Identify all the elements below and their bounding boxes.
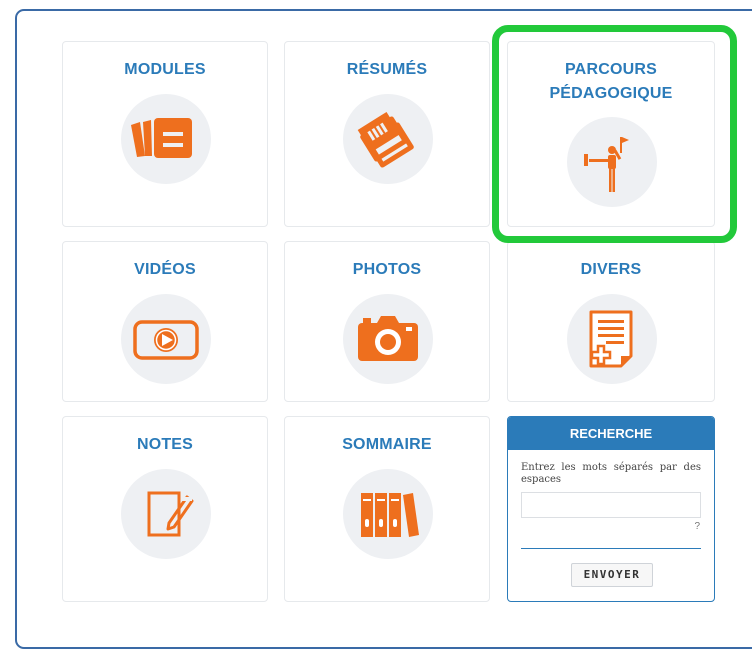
binders-icon (343, 469, 433, 559)
search-hint: Entrez les mots séparés par des espaces (521, 462, 701, 485)
tile-title-summaries: RÉSUMÉS (346, 61, 428, 78)
search-panel: RECHERCHE Entrez les mots séparés par de… (507, 416, 715, 602)
tile-photos[interactable]: PHOTOS (284, 241, 490, 402)
search-submit-button[interactable]: ENVOYER (571, 563, 653, 587)
search-divider (521, 548, 701, 549)
tile-title-photos: PHOTOS (352, 261, 422, 278)
document-plus-icon (567, 294, 657, 384)
tile-learning-path[interactable]: PARCOURS PÉDAGOGIQUE (507, 41, 715, 227)
learning-path-icon (567, 117, 657, 207)
tile-title-modules: MODULES (124, 61, 206, 78)
video-icon (121, 294, 211, 384)
search-title: RECHERCHE (508, 417, 714, 450)
summaries-icon (343, 94, 433, 184)
tile-misc[interactable]: DIVERS (507, 241, 715, 402)
tile-title-learning-path: PARCOURS PÉDAGOGIQUE (549, 61, 673, 102)
note-edit-icon (121, 469, 211, 559)
tile-contents[interactable]: SOMMAIRE (284, 416, 490, 602)
search-help-link[interactable]: ? (694, 521, 700, 532)
tile-notes[interactable]: NOTES (62, 416, 268, 602)
tile-title-contents: SOMMAIRE (342, 436, 432, 453)
camera-icon (343, 294, 433, 384)
search-input[interactable] (521, 492, 701, 518)
tile-title-notes: NOTES (136, 436, 194, 453)
tile-title-videos: VIDÉOS (134, 261, 196, 278)
tile-summaries[interactable]: RÉSUMÉS (284, 41, 490, 227)
tile-modules[interactable]: MODULES (62, 41, 268, 227)
modules-icon (121, 94, 211, 184)
tile-videos[interactable]: VIDÉOS (62, 241, 268, 402)
tile-title-misc: DIVERS (580, 261, 642, 278)
